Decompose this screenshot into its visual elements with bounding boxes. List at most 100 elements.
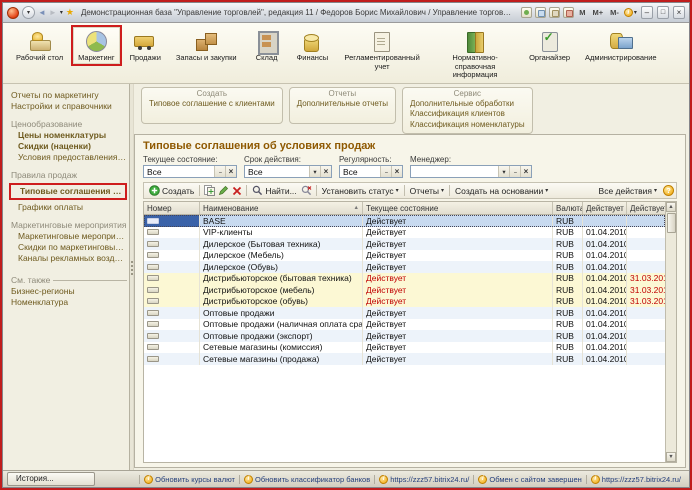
column-header-number[interactable]: Номер <box>144 202 200 214</box>
dropdown-caret-button[interactable] <box>309 166 320 177</box>
table-row[interactable]: Дилерское (Обувь) Действует RUB 01.04.20… <box>144 261 665 273</box>
nav-history-caret[interactable] <box>60 9 63 16</box>
calendar-icon[interactable] <box>535 7 546 18</box>
choose-button[interactable] <box>380 166 391 177</box>
clear-filter-button[interactable] <box>225 166 236 177</box>
edit-button[interactable] <box>216 185 230 196</box>
sidebar-item[interactable]: Типовые соглашения с клиентами <box>9 183 127 200</box>
scroll-up-button[interactable] <box>666 202 676 212</box>
ribbon-section-tab[interactable]: Регламентированный учет <box>336 25 428 74</box>
table-row[interactable]: BASE Действует RUB <box>144 215 665 227</box>
column-header-state[interactable]: Текущее состояние <box>363 202 553 214</box>
clear-filter-button[interactable] <box>320 166 331 177</box>
copy-button[interactable] <box>202 185 216 196</box>
table-row[interactable]: Сетевые магазины (комиссия) Действует RU… <box>144 342 665 354</box>
delete-button[interactable] <box>230 186 244 196</box>
status-link[interactable]: Обновить курсы валют <box>139 475 239 484</box>
column-header-currency[interactable]: Валюта <box>553 202 583 214</box>
sidebar-item[interactable]: Скидки (наценки) <box>9 141 127 152</box>
create-button[interactable]: Создать <box>146 185 197 196</box>
column-header-name[interactable]: Наименование <box>200 202 363 214</box>
choose-button[interactable] <box>214 166 225 177</box>
table-row[interactable]: Сетевые магазины (продажа) Действует RUB… <box>144 353 665 365</box>
help-button[interactable] <box>663 185 674 196</box>
main-menu-button[interactable] <box>22 6 35 19</box>
column-header-to[interactable]: Действует по <box>627 202 665 214</box>
status-link[interactable]: https://zzz57.bitrix24.ru/ <box>586 475 685 484</box>
ribbon-section-tab[interactable]: Органайзер <box>522 25 577 66</box>
panel-action-link[interactable]: Дополнительные обработки <box>410 99 525 110</box>
row-valid-to-cell: 31.03.2013 <box>627 273 665 285</box>
scrollbar-thumb[interactable] <box>667 213 676 233</box>
table-row[interactable]: Оптовые продажи (экспорт) Действует RUB … <box>144 330 665 342</box>
status-link[interactable]: https://zzz57.bitrix24.ru/ <box>374 475 473 484</box>
find-button[interactable]: Найти... <box>249 185 299 196</box>
set-status-button[interactable]: Установить статус <box>319 186 402 196</box>
panel-action-link[interactable]: Типовое соглашение с клиентами <box>149 99 275 110</box>
ribbon-section-tab[interactable]: Запасы и закупки <box>169 25 244 66</box>
ribbon-section-tab[interactable]: Маркетинг <box>71 25 121 66</box>
ribbon-section-tab[interactable]: Нормативно-справочная информация <box>429 25 521 83</box>
memory-mplus-button[interactable]: M+ <box>590 8 605 17</box>
filter-input[interactable]: Все <box>143 165 237 178</box>
favorites-add-icon[interactable] <box>521 7 532 18</box>
scroll-down-button[interactable] <box>666 452 676 462</box>
clear-filter-button[interactable] <box>391 166 402 177</box>
choose-button[interactable] <box>509 166 520 177</box>
create-from-button[interactable]: Создать на основании <box>452 186 551 196</box>
ribbon-section-tab[interactable]: Администрирование <box>578 25 664 66</box>
panel-action-link[interactable]: Классификация номенклатуры <box>410 120 525 131</box>
table-row[interactable]: Оптовые продажи Действует RUB 01.04.2010 <box>144 307 665 319</box>
document-icon <box>147 356 159 362</box>
ribbon-section-tab[interactable]: Рабочий стол <box>9 25 70 66</box>
table-row[interactable]: Дистрибьюторское (бытовая техника) Дейст… <box>144 273 665 285</box>
forward-button[interactable]: ► <box>49 8 57 17</box>
formula-calc-icon[interactable] <box>563 7 574 18</box>
memory-mminus-button[interactable]: M- <box>608 8 621 17</box>
memory-m-button[interactable]: M <box>577 8 587 17</box>
sidebar-item[interactable]: Настройки и справочники <box>9 101 127 112</box>
filter-input[interactable]: Все <box>244 165 332 178</box>
sidebar-item[interactable]: Условия предоставления скидок (наце... <box>9 152 127 163</box>
sidebar-item[interactable]: Отчеты по маркетингу <box>9 90 127 101</box>
clear-search-button[interactable] <box>300 185 314 196</box>
filter-input[interactable] <box>410 165 532 178</box>
sidebar-item[interactable]: Бизнес-регионы <box>9 286 127 297</box>
sidebar-item[interactable]: Номенклатура <box>9 297 127 308</box>
close-button[interactable] <box>673 6 685 19</box>
calculator-icon[interactable] <box>549 7 560 18</box>
reports-button[interactable]: Отчеты <box>407 186 447 196</box>
filter-input[interactable]: Все <box>339 165 403 178</box>
sidebar-item[interactable]: Цены номенклатуры <box>9 130 127 141</box>
agreements-table: Номер Наименование Текущее состояние Вал… <box>143 201 677 463</box>
back-button[interactable]: ◄ <box>38 8 46 17</box>
sidebar-item[interactable]: Маркетинговые мероприятия <box>9 231 127 242</box>
table-row[interactable]: Дистрибьюторское (обувь) Действует RUB 0… <box>144 296 665 308</box>
info-dropdown-button[interactable] <box>624 8 637 17</box>
vertical-scrollbar[interactable] <box>665 202 676 462</box>
dropdown-caret-button[interactable] <box>498 166 509 177</box>
table-row[interactable]: Оптовые продажи (наличная оплата сразу) … <box>144 319 665 331</box>
column-header-from[interactable]: Действует с <box>583 202 627 214</box>
ribbon-section-tab[interactable]: Финансы <box>290 25 336 66</box>
panel-action-link[interactable]: Классификация клиентов <box>410 109 525 120</box>
table-row[interactable]: Дистрибьюторское (мебель) Действует RUB … <box>144 284 665 296</box>
sidebar-item[interactable]: Каналы рекламных воздействий <box>9 253 127 264</box>
status-link[interactable]: Обновить классификатор банков <box>239 475 374 484</box>
sidebar-item[interactable]: Графики оплаты <box>9 202 127 213</box>
table-row[interactable]: Дилерское (Мебель) Действует RUB 01.04.2… <box>144 250 665 262</box>
panel-action-link[interactable]: Дополнительные отчеты <box>297 99 388 110</box>
favorites-star-icon[interactable]: ★ <box>66 7 74 18</box>
history-button[interactable]: История... <box>7 472 95 486</box>
minimize-button[interactable] <box>641 6 653 19</box>
clear-filter-button[interactable] <box>520 166 531 177</box>
ribbon-section-tab[interactable]: Продажи <box>123 25 168 66</box>
maximize-button[interactable] <box>657 6 669 19</box>
sidebar-item[interactable]: Скидки по маркетинговым мероприят... <box>9 242 127 253</box>
all-actions-button[interactable]: Все действия <box>596 186 660 196</box>
table-row[interactable]: VIP-клиенты Действует RUB 01.04.2010 <box>144 227 665 239</box>
status-link[interactable]: Обмен с сайтом завершен <box>473 475 585 484</box>
panel-splitter[interactable] <box>129 84 134 471</box>
table-row[interactable]: Дилерское (Бытовая техника) Действует RU… <box>144 238 665 250</box>
ribbon-section-tab[interactable]: Склад <box>245 25 289 66</box>
